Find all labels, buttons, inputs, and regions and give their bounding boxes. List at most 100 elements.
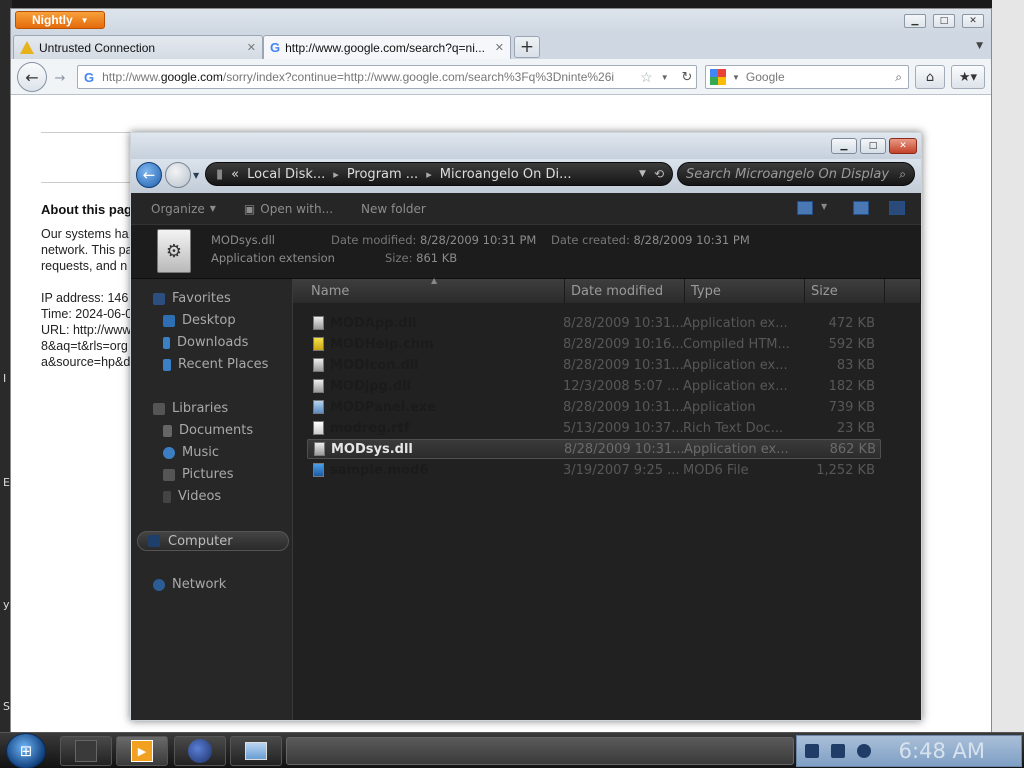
- mod6-file-icon: [313, 463, 324, 477]
- details-file-kind: Application extension: [211, 251, 335, 265]
- recent-pages-chevron-icon[interactable]: ▼: [193, 171, 199, 180]
- close-window-button[interactable]: ✕: [962, 14, 984, 28]
- minimize-button[interactable]: ▁: [904, 14, 926, 28]
- new-folder-button[interactable]: New folder: [361, 202, 426, 216]
- search-icon[interactable]: ⌕: [895, 70, 902, 85]
- file-row[interactable]: MODPanel.exe 8/28/2009 10:31... Applicat…: [307, 397, 881, 417]
- home-button[interactable]: ⌂: [915, 65, 945, 89]
- sidebar-item-desktop[interactable]: Desktop: [163, 313, 236, 328]
- taskbar-button-explorer[interactable]: [60, 736, 112, 766]
- help-icon[interactable]: [889, 201, 905, 215]
- sidebar-item-music[interactable]: Music: [163, 445, 219, 460]
- column-header-name[interactable]: ▲ Name: [293, 276, 565, 303]
- taskbar-button-display[interactable]: [230, 736, 282, 766]
- url-bar[interactable]: G http://www.google.com/sorry/index?cont…: [77, 65, 697, 89]
- clock[interactable]: 6:48 AM: [899, 739, 985, 763]
- column-header-type[interactable]: Type: [685, 279, 805, 303]
- breadcrumb-item[interactable]: Local Disk...: [247, 167, 325, 182]
- file-name: modreg.rtf: [330, 420, 410, 436]
- sidebar-item-pictures[interactable]: Pictures: [163, 467, 233, 482]
- computer-icon: [148, 535, 160, 547]
- tab-google-search[interactable]: G http://www.google.com/search?q=ni... ✕: [263, 35, 511, 59]
- sidebar-item-computer[interactable]: Computer: [137, 531, 289, 551]
- open-with-button[interactable]: ▣ Open with...: [244, 202, 333, 216]
- explorer-minimize-button[interactable]: ▁: [831, 138, 857, 154]
- back-button[interactable]: ←: [17, 62, 47, 92]
- file-row-selected[interactable]: MODsys.dll 8/28/2009 10:31... Applicatio…: [307, 439, 881, 459]
- explorer-close-button[interactable]: ✕: [889, 138, 917, 154]
- explorer-forward-button[interactable]: [165, 162, 191, 188]
- search-bar[interactable]: ▼ Google ⌕: [705, 65, 909, 89]
- column-header-date[interactable]: Date modified: [565, 279, 685, 303]
- explorer-address-bar[interactable]: ▮ « Local Disk... ▸ Program ... ▸ Microa…: [205, 162, 673, 186]
- tab-untrusted-connection[interactable]: Untrusted Connection ✕: [13, 35, 263, 59]
- file-name: MODsys.dll: [331, 441, 413, 457]
- nightly-menu-button[interactable]: Nightly ▼: [15, 11, 105, 29]
- bookmarks-button[interactable]: ★▾: [951, 65, 985, 89]
- sidebar-item-recent-places[interactable]: Recent Places: [163, 357, 268, 372]
- engine-chevron-icon[interactable]: ▼: [732, 73, 740, 82]
- desktop-text-fragment: I: [3, 372, 7, 385]
- arrow-left-icon: ←: [142, 166, 156, 184]
- maximize-button[interactable]: □: [933, 14, 955, 28]
- explorer-maximize-button[interactable]: □: [860, 138, 886, 154]
- google-search-engine-icon[interactable]: [710, 69, 726, 85]
- file-row[interactable]: sample.mod6 3/19/2007 9:25 ... MOD6 File…: [307, 460, 881, 480]
- file-row[interactable]: MODApp.dll 8/28/2009 10:31... Applicatio…: [307, 313, 881, 333]
- change-view-icon[interactable]: [797, 201, 813, 215]
- file-type: Application ex...: [684, 441, 789, 457]
- file-name: MODjpg.dll: [330, 378, 412, 394]
- bookmarks-star-icon: ★▾: [958, 69, 978, 85]
- tab-close-icon[interactable]: ✕: [495, 41, 504, 54]
- preview-pane-icon[interactable]: [853, 201, 869, 215]
- tab-close-icon[interactable]: ✕: [247, 41, 256, 54]
- sidebar-item-videos[interactable]: Videos: [163, 489, 221, 504]
- bookmark-star-icon[interactable]: ☆: [640, 69, 653, 86]
- warning-icon: [20, 41, 34, 54]
- url-line: URL: http://www: [41, 323, 132, 337]
- new-tab-button[interactable]: +: [514, 36, 540, 58]
- file-row[interactable]: modreg.rtf 5/13/2009 10:37... Rich Text …: [307, 418, 881, 438]
- breadcrumb-item[interactable]: Microangelo On Di...: [440, 167, 572, 182]
- forward-button[interactable]: →: [49, 68, 71, 88]
- taskbar: ⊞ ▶ 6:48 AM: [0, 732, 1024, 768]
- explorer-back-button[interactable]: ←: [136, 162, 162, 188]
- sidebar-item-documents[interactable]: Documents: [163, 423, 253, 438]
- search-icon[interactable]: ⌕: [899, 167, 906, 182]
- start-button[interactable]: ⊞: [6, 733, 46, 768]
- time-line: Time: 2024-06-0: [41, 307, 133, 321]
- column-label: Size: [811, 283, 838, 299]
- file-size: 23 KB: [836, 420, 875, 436]
- shield-icon[interactable]: [805, 744, 819, 758]
- minimize-icon: ▁: [840, 141, 848, 151]
- tab-list-chevron-icon[interactable]: ▼: [976, 41, 983, 51]
- display-settings-icon: [245, 742, 267, 760]
- sidebar-item-network[interactable]: Network: [153, 577, 226, 592]
- file-type: Application ex...: [683, 315, 788, 331]
- organize-button[interactable]: Organize ▼: [151, 202, 216, 216]
- file-row[interactable]: MODHelp.chm 8/28/2009 10:16... Compiled …: [307, 334, 881, 354]
- column-header-size[interactable]: Size: [805, 279, 885, 303]
- url-text[interactable]: http://www.google.com/sorry/index?contin…: [102, 70, 632, 84]
- breadcrumb-item[interactable]: Program ...: [347, 167, 418, 182]
- taskbar-button-browser[interactable]: [174, 736, 226, 766]
- breadcrumb-separator-icon[interactable]: ▸: [333, 168, 339, 181]
- sidebar-item-favorites[interactable]: Favorites: [153, 291, 231, 306]
- address-history-chevron-icon[interactable]: ▼: [639, 169, 646, 179]
- volume-icon[interactable]: [857, 744, 871, 758]
- file-row[interactable]: MODjpg.dll 12/3/2008 5:07 ... Applicatio…: [307, 376, 881, 396]
- dll-file-icon: ⚙: [157, 229, 191, 273]
- file-row[interactable]: MODIcon.dll 8/28/2009 10:31... Applicati…: [307, 355, 881, 375]
- sidebar-item-libraries[interactable]: Libraries: [153, 401, 228, 416]
- taskbar-window-area[interactable]: [286, 737, 794, 765]
- reload-button[interactable]: ↻: [677, 65, 697, 89]
- breadcrumb-overflow[interactable]: «: [231, 167, 239, 182]
- breadcrumb-separator-icon[interactable]: ▸: [426, 168, 432, 181]
- refresh-icon[interactable]: ⟲: [654, 167, 664, 181]
- explorer-search-input[interactable]: Search Microangelo On Display ⌕: [677, 162, 915, 186]
- sidebar-item-downloads[interactable]: Downloads: [163, 335, 248, 350]
- view-options-chevron-icon[interactable]: ▼: [821, 202, 827, 211]
- url-history-chevron-icon[interactable]: ▼: [661, 73, 669, 82]
- network-monitor-icon[interactable]: [831, 744, 845, 758]
- taskbar-button-media-player[interactable]: ▶: [116, 736, 168, 766]
